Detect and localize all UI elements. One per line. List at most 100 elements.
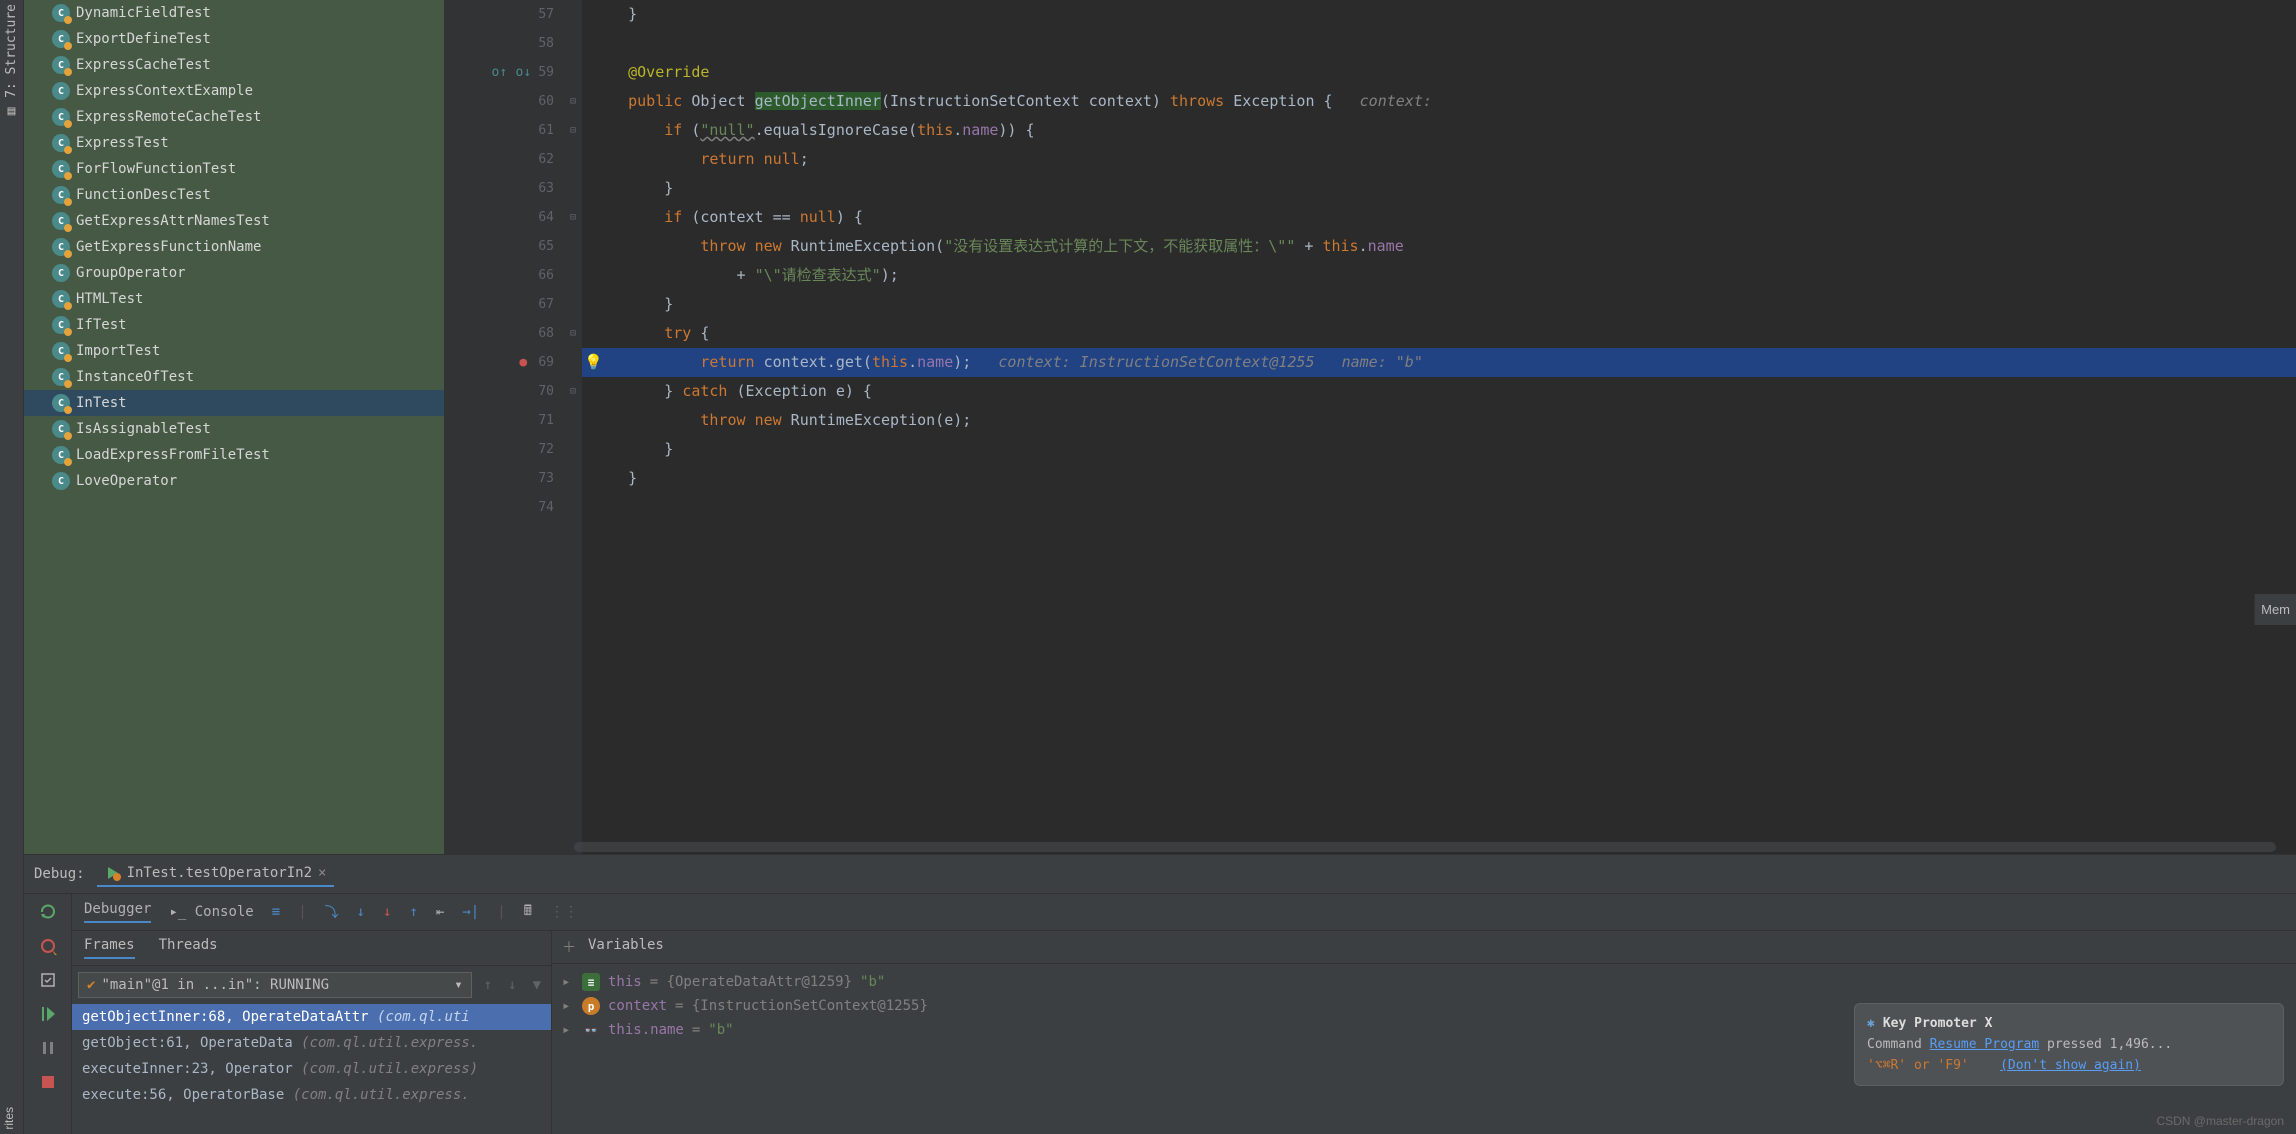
- structure-tool-button[interactable]: ▤ 7: Structure: [4, 4, 19, 119]
- gutter-line[interactable]: 64: [444, 203, 554, 232]
- fold-toggle[interactable]: [564, 464, 582, 493]
- gutter-line[interactable]: 61: [444, 116, 554, 145]
- code-line[interactable]: }: [582, 464, 2296, 493]
- step-into-icon[interactable]: ↓: [357, 904, 365, 920]
- step-out-icon[interactable]: ↑: [410, 904, 418, 920]
- code-line[interactable]: throw new RuntimeException("没有设置表达式计算的上下…: [582, 232, 2296, 261]
- structure-item[interactable]: CGetExpressAttrNamesTest: [24, 208, 444, 234]
- structure-item[interactable]: CLoadExpressFromFileTest: [24, 442, 444, 468]
- horizontal-scrollbar[interactable]: [574, 842, 2276, 852]
- structure-item[interactable]: CImportTest: [24, 338, 444, 364]
- structure-tree[interactable]: CDynamicFieldTestCExportDefineTest CExpre…: [24, 0, 444, 854]
- gutter-line[interactable]: 57: [444, 0, 554, 29]
- modify-run-button[interactable]: [38, 936, 58, 956]
- pause-button[interactable]: [38, 1038, 58, 1058]
- debug-run-tab[interactable]: InTest.testOperatorIn2 ×: [97, 861, 335, 887]
- code-line[interactable]: }: [582, 0, 2296, 29]
- code-line[interactable]: public Object getObjectInner(Instruction…: [582, 87, 2296, 116]
- structure-item[interactable]: CExpressTest: [24, 130, 444, 156]
- code-line[interactable]: if ("null".equalsIgnoreCase(this.name)) …: [582, 116, 2296, 145]
- drop-frame-icon[interactable]: ⇤: [436, 904, 444, 920]
- structure-item[interactable]: CExpressContextExample: [24, 78, 444, 104]
- fold-toggle[interactable]: [564, 406, 582, 435]
- expand-icon[interactable]: ▸: [562, 1022, 574, 1038]
- expand-icon[interactable]: ▸: [562, 998, 574, 1014]
- gutter-line[interactable]: 66: [444, 261, 554, 290]
- fold-toggle[interactable]: [564, 348, 582, 377]
- fold-toggle[interactable]: ⊟: [564, 319, 582, 348]
- close-icon[interactable]: ×: [318, 865, 326, 881]
- gutter-line[interactable]: 73: [444, 464, 554, 493]
- gutter-line[interactable]: 70: [444, 377, 554, 406]
- structure-item[interactable]: CLoveOperator: [24, 468, 444, 494]
- run-to-cursor-icon[interactable]: →|: [462, 904, 479, 920]
- threads-tab[interactable]: Threads: [159, 937, 218, 959]
- resume-button[interactable]: [38, 1004, 58, 1024]
- code-line[interactable]: [582, 493, 2296, 522]
- prev-frame-icon[interactable]: ↑: [480, 975, 496, 995]
- force-step-into-icon[interactable]: ↓: [383, 904, 391, 920]
- fold-toggle[interactable]: [564, 145, 582, 174]
- gutter-line[interactable]: 60: [444, 87, 554, 116]
- structure-item[interactable]: CInTest: [24, 390, 444, 416]
- fold-toggle[interactable]: [564, 0, 582, 29]
- break-icon[interactable]: ●: [514, 348, 532, 377]
- stack-frame[interactable]: execute:56, OperatorBase (com.ql.util.ex…: [72, 1082, 551, 1108]
- code-line[interactable]: [582, 29, 2296, 58]
- console-tab[interactable]: ▸_ Console: [169, 904, 253, 920]
- code-line[interactable]: return null;: [582, 145, 2296, 174]
- fold-toggle[interactable]: ⊟: [564, 203, 582, 232]
- evaluate-icon[interactable]: 🖩: [524, 900, 532, 924]
- update-button[interactable]: [38, 970, 58, 990]
- gutter-line[interactable]: ●69: [444, 348, 554, 377]
- fold-toggle[interactable]: [564, 174, 582, 203]
- memory-tab[interactable]: Mem: [2254, 594, 2296, 625]
- dont-show-link[interactable]: (Don't show again): [2000, 1058, 2141, 1073]
- fold-toggle[interactable]: ⊟: [564, 116, 582, 145]
- override-icon[interactable]: o↑: [490, 58, 508, 87]
- next-frame-icon[interactable]: ↓: [504, 975, 520, 995]
- code-line[interactable]: 💡 return context.get(this.name); context…: [582, 348, 2296, 377]
- code-area[interactable]: } @Override public Object getObjectInner…: [582, 0, 2296, 854]
- code-line[interactable]: try {: [582, 319, 2296, 348]
- gutter-line[interactable]: 71: [444, 406, 554, 435]
- fold-toggle[interactable]: [564, 493, 582, 522]
- fold-toggle[interactable]: [564, 232, 582, 261]
- stack-frame[interactable]: getObjectInner:68, OperateDataAttr (com.…: [72, 1004, 551, 1030]
- fold-toggle[interactable]: [564, 58, 582, 87]
- filter-icon[interactable]: ▼: [529, 975, 545, 995]
- add-watch-icon[interactable]: ＋: [562, 937, 576, 957]
- fold-toggle[interactable]: [564, 29, 582, 58]
- debugger-tab[interactable]: Debugger: [84, 901, 151, 923]
- gutter-line[interactable]: 68: [444, 319, 554, 348]
- gutter-line[interactable]: 63: [444, 174, 554, 203]
- fold-toggle[interactable]: [564, 290, 582, 319]
- structure-item[interactable]: CForFlowFunctionTest: [24, 156, 444, 182]
- favorites-tool-button[interactable]: rites: [2, 1107, 16, 1130]
- structure-item[interactable]: CExpressRemoteCacheTest: [24, 104, 444, 130]
- thread-dropdown[interactable]: ✔ "main"@1 in ...in": RUNNING ▾: [78, 972, 472, 998]
- fold-toggle[interactable]: [564, 261, 582, 290]
- code-editor[interactable]: 5758o↑o↓59606162636465666768●69707172737…: [444, 0, 2296, 854]
- frame-list[interactable]: getObjectInner:68, OperateDataAttr (com.…: [72, 1004, 551, 1134]
- code-line[interactable]: if (context == null) {: [582, 203, 2296, 232]
- code-line[interactable]: + "\"请检查表达式");: [582, 261, 2296, 290]
- structure-item[interactable]: CDynamicFieldTest: [24, 0, 444, 26]
- fold-column[interactable]: ⊟⊟⊟⊟⊟: [564, 0, 582, 854]
- fold-toggle[interactable]: ⊟: [564, 377, 582, 406]
- frames-tab[interactable]: Frames: [84, 937, 135, 959]
- code-line[interactable]: }: [582, 435, 2296, 464]
- stack-frame[interactable]: executeInner:23, Operator (com.ql.util.e…: [72, 1056, 551, 1082]
- code-line[interactable]: }: [582, 290, 2296, 319]
- code-line[interactable]: }: [582, 174, 2296, 203]
- structure-item[interactable]: CInstanceOfTest: [24, 364, 444, 390]
- down-icon[interactable]: o↓: [514, 58, 532, 87]
- gutter-line[interactable]: 67: [444, 290, 554, 319]
- gutter-line[interactable]: 62: [444, 145, 554, 174]
- trace-icon[interactable]: ⋮⋮: [550, 904, 578, 920]
- step-over-icon[interactable]: ⤵: [325, 902, 339, 922]
- structure-item[interactable]: CExportDefineTest: [24, 26, 444, 52]
- structure-item[interactable]: CGetExpressFunctionName: [24, 234, 444, 260]
- fold-toggle[interactable]: [564, 435, 582, 464]
- gutter-line[interactable]: 74: [444, 493, 554, 522]
